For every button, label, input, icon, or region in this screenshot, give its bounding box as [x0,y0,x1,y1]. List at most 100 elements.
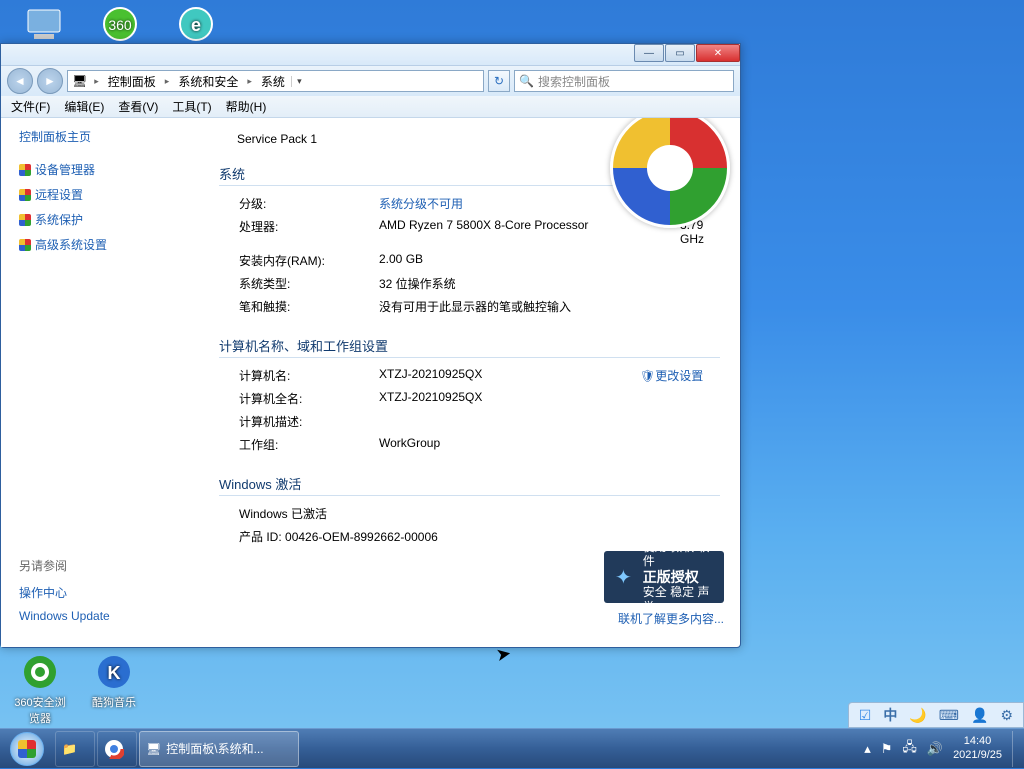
network-icon[interactable]: 🖧 [902,738,917,760]
desktop-label: 酷狗音乐 [92,697,136,709]
chevron-right-icon: ▸ [91,76,102,87]
windows-flag-icon [18,740,36,758]
sidebar-item-action-center[interactable]: 操作中心 [19,580,181,605]
tray-up-icon[interactable]: ▴ [864,741,871,757]
sidebar-item-label: 系统保护 [35,211,83,228]
breadcrumb-seg[interactable]: 系统和安全 [176,73,240,90]
taskbar-control-panel[interactable]: 🖥 控制面板\系统和... [139,731,299,767]
taskbar: 📁 🖥 控制面板\系统和... ▴ ⚑ 🖧 🔊 14:40 2021/9/25 [0,728,1024,768]
main-panel: Service Pack 1 系统 分级:系统分级不可用 处理器:AMD Ryz… [199,118,740,647]
label-full-name: 计算机全名: [239,390,379,407]
menu-file[interactable]: 文件(F) [5,96,56,117]
sidebar-home-link[interactable]: 控制面板主页 [19,128,181,145]
svg-text:e: e [191,15,201,35]
desktop-icon-computer[interactable] [16,4,72,46]
moon-icon[interactable]: 🌙 [909,707,926,724]
value-full-name: XTZJ-20210925QX [379,390,720,407]
menu-bar: 文件(F) 编辑(E) 查看(V) 工具(T) 帮助(H) [1,96,740,118]
ime-indicator[interactable]: 中 [883,705,897,725]
sidebar-item-label: 高级系统设置 [35,236,107,253]
label-computer-name: 计算机名: [239,367,379,384]
address-bar: ◄ ► 🖥 ▸ 控制面板 ▸ 系统和安全 ▸ 系统 ▾ ↻ 🔍 搜索控制面板 [1,66,740,96]
system-tray: ▴ ⚑ 🖧 🔊 14:40 2021/9/25 [860,731,1024,767]
menu-tools[interactable]: 工具(T) [166,96,217,117]
forward-button[interactable]: ► [37,68,63,94]
system-window: — ▭ ✕ ◄ ► 🖥 ▸ 控制面板 ▸ 系统和安全 ▸ 系统 ▾ ↻ 🔍 搜索… [0,43,741,648]
start-button[interactable] [0,729,54,769]
section-computer-name: 计算机名称、域和工作组设置 [219,336,720,358]
taskbar-app-label: 控制面板\系统和... [166,740,263,757]
value-ram: 2.00 GB [379,252,720,269]
monitor-icon: 🖥 [146,742,161,756]
desktop-icon-ebrowser[interactable]: e [168,4,224,46]
sidebar-item-windows-update[interactable]: Windows Update [19,605,181,627]
section-activation: Windows 激活 [219,474,720,496]
user-icon[interactable]: 👤 [971,707,988,724]
taskbar-explorer[interactable]: 📁 [55,731,95,767]
search-icon: 🔍 [519,74,534,88]
breadcrumb[interactable]: 🖥 ▸ 控制面板 ▸ 系统和安全 ▸ 系统 ▾ [67,70,484,92]
checkbox-icon[interactable]: ☑ [859,707,872,724]
search-input[interactable]: 🔍 搜索控制面板 [514,70,734,92]
search-placeholder: 搜索控制面板 [538,73,610,90]
keyboard-icon[interactable]: ⌨ [939,707,959,724]
gear-icon[interactable]: ⚙ [1000,707,1013,724]
tray-clock[interactable]: 14:40 2021/9/25 [953,735,1002,761]
titlebar: — ▭ ✕ [1,44,740,66]
desktop-label: 360安全浏览器 [14,697,65,725]
svg-text:360: 360 [108,17,132,33]
sidebar-item-device-manager[interactable]: 设备管理器 [19,157,181,182]
label-pen: 笔和触摸: [239,298,379,315]
value-workgroup: WorkGroup [379,436,720,453]
taskbar-chrome[interactable] [97,731,137,767]
chrome-icon [104,739,124,759]
chevron-right-icon: ▸ [244,76,255,87]
flag-icon[interactable]: ⚑ [881,741,893,757]
ime-toolbar[interactable]: ☑ 中 🌙 ⌨ 👤 ⚙ [848,702,1024,728]
back-button[interactable]: ◄ [7,68,33,94]
desktop-icon-360browser[interactable]: 360安全浏览器 [12,652,68,726]
breadcrumb-seg[interactable]: 系统 [259,73,287,90]
close-button[interactable]: ✕ [696,44,740,62]
show-desktop-button[interactable] [1012,731,1020,767]
folder-icon: 📁 [62,742,77,756]
see-also-label: 另请参阅 [19,557,181,574]
sidebar-item-label: Windows Update [19,609,110,623]
tray-date: 2021/9/25 [953,749,1002,762]
genuine-big: 正版授权 [643,569,718,586]
label-cpu: 处理器: [239,218,379,246]
desktop-icon-kugou[interactable]: K 酷狗音乐 [86,652,142,710]
sidebar-item-protection[interactable]: 系统保护 [19,207,181,232]
sidebar-item-advanced[interactable]: 高级系统设置 [19,232,181,257]
label-rating: 分级: [239,195,379,212]
desktop-icon-360[interactable]: 360 [92,4,148,46]
sidebar-item-remote[interactable]: 远程设置 [19,182,181,207]
breadcrumb-seg[interactable]: 控制面板 [106,73,158,90]
sidebar-item-label: 远程设置 [35,186,83,203]
link-learn-more[interactable]: 联机了解更多内容... [618,610,724,627]
link-change-settings[interactable]: 🛡更改设置 [640,367,720,384]
star-icon: ✦ [610,563,637,591]
value-type: 32 位操作系统 [379,275,720,292]
value-cpu: AMD Ryzen 7 5800X 8-Core Processor [379,218,680,246]
value-pen: 没有可用于此显示器的笔或触控输入 [379,298,720,315]
volume-icon[interactable]: 🔊 [927,741,943,757]
genuine-badge: ✦ 使用 微软 软件 正版授权 安全 稳定 声誉 [604,551,724,603]
breadcrumb-dropdown[interactable]: ▾ [291,76,307,87]
svg-text:K: K [108,663,121,683]
breadcrumb-icon: 🖥 [72,74,87,88]
value-description [379,413,720,430]
tray-time: 14:40 [953,735,1002,748]
chevron-right-icon: ▸ [162,76,173,87]
maximize-button[interactable]: ▭ [665,44,695,62]
menu-help[interactable]: 帮助(H) [220,96,273,117]
minimize-button[interactable]: — [634,44,664,62]
genuine-top: 使用 微软 软件 [643,540,718,569]
refresh-button[interactable]: ↻ [488,70,510,92]
menu-edit[interactable]: 编辑(E) [58,96,110,117]
label-description: 计算机描述: [239,413,379,430]
label-workgroup: 工作组: [239,436,379,453]
label-type: 系统类型: [239,275,379,292]
menu-view[interactable]: 查看(V) [112,96,164,117]
activation-status: Windows 已激活 [239,505,720,522]
